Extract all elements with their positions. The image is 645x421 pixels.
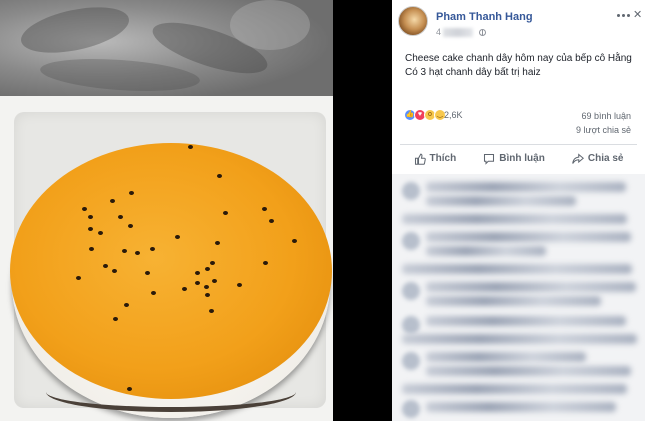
comment-icon <box>484 153 495 165</box>
background-cloth <box>0 0 333 104</box>
passionfruit-seed <box>217 174 222 178</box>
like-button[interactable]: Thích <box>414 153 457 165</box>
blurred-commenter-avatar <box>402 352 420 370</box>
reaction-count[interactable]: 2,6K <box>444 110 463 120</box>
passionfruit-seed <box>210 261 215 265</box>
passionfruit-seed <box>292 239 297 243</box>
author-name-link[interactable]: Pham Thanh Hang <box>436 11 533 23</box>
post-text-line: Cheese cake chanh dây hôm nay của bếp cô… <box>405 53 632 64</box>
like-button-label: Thích <box>429 153 457 164</box>
passionfruit-seed <box>212 279 217 283</box>
passionfruit-seed <box>263 261 268 265</box>
author-avatar[interactable] <box>398 6 428 36</box>
share-button[interactable]: Chia sẻ <box>572 152 624 165</box>
passionfruit-seed <box>128 224 133 228</box>
post-photo[interactable] <box>0 0 333 421</box>
passionfruit-seed <box>76 276 81 280</box>
passionfruit-seed <box>145 271 150 275</box>
passionfruit-seed <box>204 285 209 289</box>
viewer-gutter <box>333 0 392 421</box>
thumbs-up-icon <box>414 153 426 165</box>
blurred-comment-text <box>426 352 586 362</box>
blurred-comment-text <box>426 196 576 206</box>
passionfruit-seed <box>205 293 210 297</box>
post-header: Pham Thanh Hang 4 ✕ <box>392 0 645 42</box>
blurred-comment-text <box>426 282 636 292</box>
passionfruit-seed <box>82 207 87 211</box>
passionfruit-seed <box>269 219 274 223</box>
passionfruit-seed <box>124 303 129 307</box>
passionfruit-cheesecake-top <box>10 143 332 399</box>
cloth-fold <box>17 0 133 61</box>
passionfruit-seed <box>129 191 134 195</box>
passionfruit-seed <box>88 227 93 231</box>
blurred-comment-text <box>426 246 546 256</box>
passionfruit-seed <box>195 281 200 285</box>
blurred-comment-text <box>402 214 627 224</box>
passionfruit-seed <box>98 231 103 235</box>
passionfruit-seed <box>262 207 267 211</box>
post-text-line: Có 3 hạt chanh dây bất trị haiz <box>405 67 541 78</box>
share-icon <box>572 152 584 164</box>
blurred-comment-text <box>402 264 632 274</box>
passionfruit-seed <box>237 283 242 287</box>
passionfruit-seed <box>188 145 193 149</box>
blurred-comment-text <box>426 316 626 326</box>
post-text: Cheese cake chanh dây hôm nay của bếp cô… <box>392 42 645 80</box>
passionfruit-seed <box>182 287 187 291</box>
passionfruit-seed <box>215 241 220 245</box>
blurred-comment-text <box>426 232 631 242</box>
blurred-comment-text <box>426 366 631 376</box>
close-icon[interactable]: ✕ <box>633 10 643 21</box>
passionfruit-seed <box>122 249 127 253</box>
passionfruit-seed <box>112 269 117 273</box>
comments-section-blurred <box>392 174 645 421</box>
blurred-comment-text <box>426 402 616 412</box>
post-stats: 👍 ♥ o ‿ 2,6K 69 bình luận 9 lượt chia sẻ <box>392 108 645 144</box>
passionfruit-seed <box>89 247 94 251</box>
blurred-timestamp <box>443 27 474 37</box>
blurred-commenter-avatar <box>402 182 420 200</box>
passionfruit-seed <box>103 264 108 268</box>
cloth-fold <box>230 0 310 50</box>
passionfruit-seed <box>88 215 93 219</box>
passionfruit-seed <box>110 199 115 203</box>
comment-button[interactable]: Bình luận <box>483 153 545 165</box>
passionfruit-seed <box>223 211 228 215</box>
reaction-icons[interactable]: 👍 ♥ o ‿ <box>404 109 446 123</box>
post-actions: Thích Bình luận Chia sẻ <box>400 144 637 172</box>
post-timestamp[interactable]: 4 <box>436 27 487 37</box>
blurred-comment-text <box>402 334 637 344</box>
blurred-commenter-avatar <box>402 282 420 300</box>
blurred-commenter-avatar <box>402 232 420 250</box>
cloth-fold <box>39 54 201 96</box>
timestamp-prefix: 4 <box>436 27 442 37</box>
comments-count-link[interactable]: 69 bình luận <box>581 111 631 121</box>
passionfruit-seed <box>151 291 156 295</box>
post-sidebar: Pham Thanh Hang 4 ✕ Cheese cake chanh dâ… <box>392 0 645 421</box>
shares-count-link[interactable]: 9 lượt chia sẻ <box>576 125 631 135</box>
blurred-comment-text <box>426 296 601 306</box>
passionfruit-seed <box>113 317 118 321</box>
passionfruit-seed <box>209 309 214 313</box>
blurred-comment-text <box>426 182 626 192</box>
passionfruit-seed <box>135 251 140 255</box>
blurred-commenter-avatar <box>402 316 420 334</box>
passionfruit-seed <box>118 215 123 219</box>
passionfruit-seed <box>195 271 200 275</box>
share-button-label: Chia sẻ <box>587 153 624 164</box>
passionfruit-seed <box>127 387 132 391</box>
passionfruit-seed <box>175 235 180 239</box>
blurred-comment-text <box>402 384 627 394</box>
photo-viewer[interactable] <box>0 0 392 421</box>
blurred-commenter-avatar <box>402 400 420 418</box>
globe-icon <box>479 28 487 36</box>
passionfruit-seed <box>150 247 155 251</box>
more-options-icon[interactable] <box>617 10 631 22</box>
comment-button-label: Bình luận <box>499 153 545 164</box>
passionfruit-seed <box>205 267 210 271</box>
